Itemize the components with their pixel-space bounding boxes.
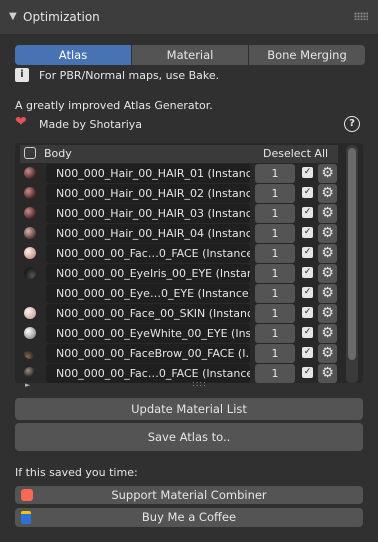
- material-name: N00_000_Hair_00_HAIR_02 (Instance): [46, 184, 250, 203]
- material-name: N00_000_00_Fac…0_FACE (Instance): [46, 244, 250, 263]
- save-atlas-button[interactable]: Save Atlas to..: [15, 423, 363, 451]
- resize-grip-icon[interactable]: ::::: [192, 379, 207, 388]
- gear-icon[interactable]: ⚙: [318, 364, 337, 383]
- list-item: N00_000_Hair_00_HAIR_03 (Instance) 1 ✓ ⚙: [20, 204, 342, 223]
- layer-number-field[interactable]: 1: [255, 244, 295, 263]
- gear-icon[interactable]: ⚙: [318, 324, 337, 343]
- gear-icon[interactable]: ⚙: [318, 264, 337, 283]
- tab-bone-merging[interactable]: Bone Merging: [249, 45, 365, 65]
- material-name: N00_000_Hair_00_HAIR_01 (Instance): [46, 164, 250, 183]
- layer-number-field[interactable]: 1: [255, 224, 295, 243]
- list-item: N00_000_Hair_00_HAIR_01 (Instance) 1 ✓ ⚙: [20, 164, 342, 183]
- material-preview-icon: [24, 207, 36, 219]
- include-checkbox[interactable]: ✓: [302, 287, 313, 298]
- include-checkbox[interactable]: ✓: [302, 347, 313, 358]
- include-checkbox[interactable]: ✓: [302, 367, 313, 378]
- material-preview-icon: [24, 367, 36, 379]
- include-checkbox[interactable]: ✓: [302, 307, 313, 318]
- gear-icon[interactable]: ⚙: [318, 164, 337, 183]
- gear-icon[interactable]: ⚙: [318, 304, 337, 323]
- material-name: N00_000_00_Face_00_SKIN (Instance): [46, 304, 250, 323]
- material-name: N00_000_00_EyeWhite_00_EYE (Ins…: [46, 324, 250, 343]
- include-checkbox[interactable]: ✓: [302, 187, 313, 198]
- list-item: N00_000_00_Eye…0_EYE (Instance) 1 ✓ ⚙: [20, 284, 342, 303]
- layer-number-field[interactable]: 1: [255, 204, 295, 223]
- list-item: N00_000_00_Fac…0_FACE (Instance) 1 ✓ ⚙: [20, 364, 342, 383]
- material-preview-icon: [24, 287, 36, 299]
- question-icon[interactable]: ?: [344, 116, 360, 132]
- material-preview-icon: [24, 267, 36, 279]
- material-name: N00_000_Hair_00_HAIR_03 (Instance): [46, 204, 250, 223]
- deselect-all-button[interactable]: Deselect All: [263, 147, 328, 160]
- scrollbar-thumb[interactable]: [348, 148, 356, 360]
- material-name: N00_000_Hair_00_HAIR_04 (Instance): [46, 224, 250, 243]
- list-item: N00_000_00_FaceBrow_00_FACE (I… 1 ✓ ⚙: [20, 344, 342, 363]
- expand-arrow-icon[interactable]: ►: [25, 381, 30, 389]
- heart-icon: ❤: [15, 114, 27, 130]
- material-name: N00_000_00_Fac…0_FACE (Instance): [46, 364, 250, 383]
- buy-me-a-coffee-button[interactable]: Buy Me a Coffee: [15, 508, 363, 527]
- material-preview-icon: [24, 347, 36, 359]
- panel-title: Optimization: [23, 10, 100, 24]
- tab-material[interactable]: Material: [132, 45, 248, 65]
- tab-atlas[interactable]: Atlas: [15, 45, 131, 65]
- list-item: N00_000_00_Face_00_SKIN (Instance) 1 ✓ ⚙: [20, 304, 342, 323]
- include-checkbox[interactable]: ✓: [302, 207, 313, 218]
- gear-icon[interactable]: ⚙: [318, 184, 337, 203]
- list-item: N00_000_00_Fac…0_FACE (Instance) 1 ✓ ⚙: [20, 244, 342, 263]
- object-icon: [24, 147, 36, 159]
- gear-icon[interactable]: ⚙: [318, 244, 337, 263]
- update-material-list-button[interactable]: Update Material List: [15, 398, 363, 420]
- tab-bar: Atlas Material Bone Merging: [15, 45, 365, 65]
- list-item: N00_000_00_EyeIris_00_EYE (Instan… 1 ✓ ⚙: [20, 264, 342, 283]
- include-checkbox[interactable]: ✓: [302, 327, 313, 338]
- material-name: N00_000_00_EyeIris_00_EYE (Instan…: [46, 264, 250, 283]
- include-checkbox[interactable]: ✓: [302, 167, 313, 178]
- material-name: N00_000_00_FaceBrow_00_FACE (I…: [46, 344, 250, 363]
- layer-number-field[interactable]: 1: [255, 304, 295, 323]
- support-material-combiner-button[interactable]: Support Material Combiner: [15, 486, 363, 504]
- list-item: N00_000_Hair_00_HAIR_04 (Instance) 1 ✓ ⚙: [20, 224, 342, 243]
- list-item: N00_000_00_EyeWhite_00_EYE (Ins… 1 ✓ ⚙: [20, 324, 342, 343]
- layer-number-field[interactable]: 1: [255, 364, 295, 383]
- layer-number-field[interactable]: 1: [255, 284, 295, 303]
- drag-handle-icon[interactable]: [354, 12, 368, 20]
- list-item: N00_000_Hair_00_HAIR_02 (Instance) 1 ✓ ⚙: [20, 184, 342, 203]
- material-preview-icon: [24, 187, 36, 199]
- chevron-down-icon[interactable]: ▼: [9, 11, 17, 22]
- patreon-icon: [21, 489, 33, 501]
- info-text: For PBR/Normal maps, use Bake.: [39, 69, 220, 82]
- gear-icon[interactable]: ⚙: [318, 224, 337, 243]
- panel-header[interactable]: ▼ Optimization: [0, 0, 378, 34]
- description-text: A greatly improved Atlas Generator.: [15, 99, 213, 112]
- info-icon: i: [15, 68, 29, 82]
- include-checkbox[interactable]: ✓: [302, 267, 313, 278]
- layer-number-field[interactable]: 1: [255, 184, 295, 203]
- material-preview-icon: [24, 227, 36, 239]
- credit-text: Made by Shotariya: [39, 118, 143, 131]
- list-header-label: Body: [44, 147, 72, 160]
- gear-icon[interactable]: ⚙: [318, 204, 337, 223]
- layer-number-field[interactable]: 1: [255, 264, 295, 283]
- layer-number-field[interactable]: 1: [255, 324, 295, 343]
- material-preview-icon: [24, 167, 36, 179]
- material-preview-icon: [24, 307, 36, 319]
- material-name: N00_000_00_Eye…0_EYE (Instance): [46, 284, 250, 303]
- saved-time-text: If this saved you time:: [15, 466, 138, 479]
- coffee-cup-icon: [21, 511, 31, 524]
- include-checkbox[interactable]: ✓: [302, 227, 313, 238]
- layer-number-field[interactable]: 1: [255, 164, 295, 183]
- material-preview-icon: [24, 247, 36, 259]
- gear-icon[interactable]: ⚙: [318, 344, 337, 363]
- gear-icon[interactable]: ⚙: [318, 284, 337, 303]
- material-preview-icon: [24, 327, 36, 339]
- include-checkbox[interactable]: ✓: [302, 247, 313, 258]
- layer-number-field[interactable]: 1: [255, 344, 295, 363]
